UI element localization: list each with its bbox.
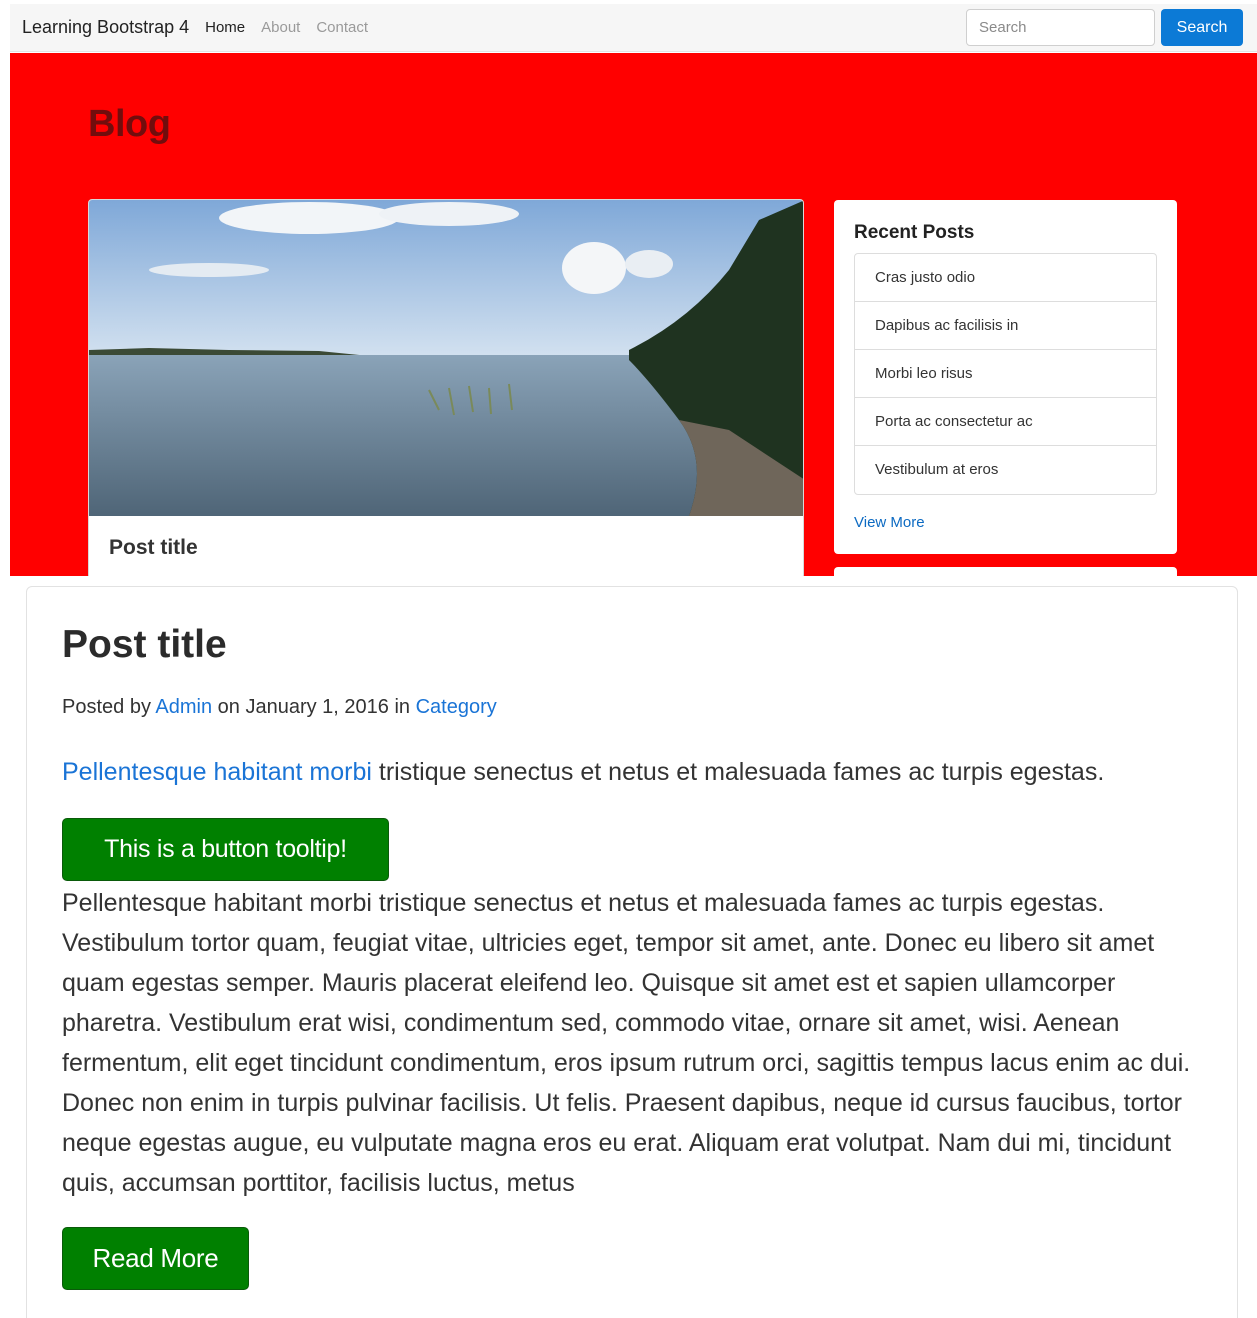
lake-landscape-image (89, 200, 803, 516)
post-meta: Posted by Admin on January 1, 2016 in Ca… (62, 696, 497, 719)
category-link[interactable]: Category (416, 696, 497, 718)
recent-posts-list: Cras justo odio Dapibus ac facilisis in … (854, 253, 1157, 495)
blog-heading: Blog (88, 103, 171, 145)
list-item[interactable]: Dapibus ac facilisis in (855, 302, 1156, 350)
lead-text: tristique senectus et netus et malesuada… (371, 758, 1105, 786)
recent-posts-title: Recent Posts (854, 222, 975, 243)
list-item[interactable]: Porta ac consectetur ac (855, 398, 1156, 446)
lead-link[interactable]: Pellentesque habitant morbi (62, 758, 372, 786)
post-lead: Pellentesque habitant morbi tristique se… (62, 758, 1104, 787)
post-detail-card: Post title Posted by Admin on January 1,… (26, 586, 1238, 1318)
list-item[interactable]: Cras justo odio (855, 254, 1156, 302)
nav-link-about[interactable]: About (261, 19, 300, 36)
navbar: Learning Bootstrap 4 Home About Contact … (10, 4, 1257, 52)
recent-posts-card: Recent Posts Cras justo odio Dapibus ac … (834, 200, 1177, 554)
author-link[interactable]: Admin (155, 696, 212, 718)
meta-prefix: Posted by (62, 696, 151, 718)
post-body: Pellentesque habitant morbi tristique se… (62, 889, 1191, 1197)
hero-section: Blog Post title Recent Posts Cras justo … (10, 53, 1257, 576)
nav-link-home[interactable]: Home (205, 19, 245, 36)
second-sidebar-card (834, 567, 1177, 576)
top-screenshot: Learning Bootstrap 4 Home About Contact … (0, 0, 1257, 576)
read-more-button[interactable]: Read More (62, 1227, 249, 1290)
search-button[interactable]: Search (1161, 9, 1243, 46)
tooltip-button[interactable]: This is a button tooltip! (62, 818, 389, 881)
search-input[interactable] (966, 9, 1155, 46)
nav-link-contact[interactable]: Contact (316, 19, 368, 36)
meta-middle: on January 1, 2016 in (217, 696, 411, 718)
list-item[interactable]: Morbi leo risus (855, 350, 1156, 398)
post-preview-card: Post title (88, 199, 804, 576)
view-more-link[interactable]: View More (854, 514, 925, 531)
post-title: Post title (62, 623, 227, 666)
navbar-brand[interactable]: Learning Bootstrap 4 (22, 17, 189, 38)
list-item[interactable]: Vestibulum at eros (855, 446, 1156, 494)
post-card-title[interactable]: Post title (109, 536, 198, 560)
